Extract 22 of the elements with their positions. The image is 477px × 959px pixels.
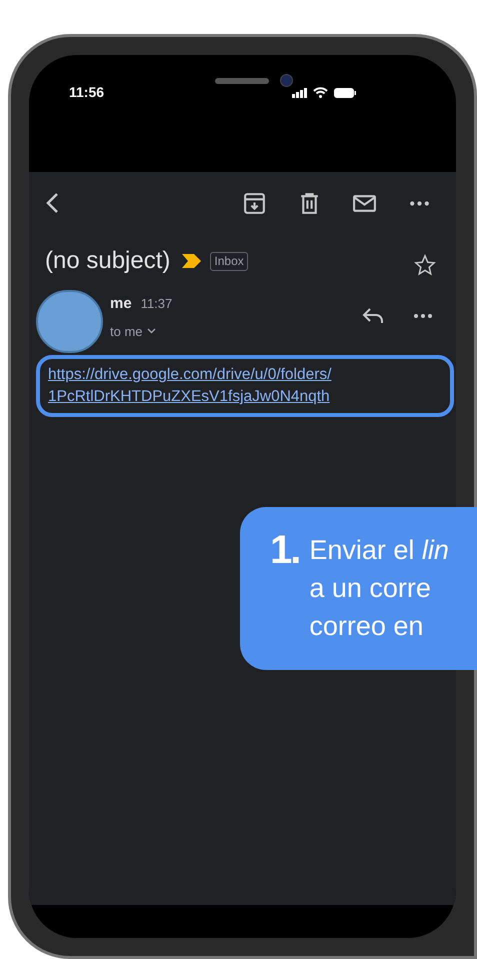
sender-name: me xyxy=(110,294,132,314)
callout-text-line: a un corre xyxy=(309,572,432,605)
battery-icon xyxy=(334,88,356,98)
recipient-dropdown[interactable]: to me xyxy=(110,322,156,341)
inbox-label[interactable]: Inbox xyxy=(210,252,248,270)
signal-icon xyxy=(292,88,307,98)
speaker-grille xyxy=(215,78,269,84)
step-number: 1. xyxy=(270,531,300,574)
message-time: 11:37 xyxy=(140,295,172,313)
back-icon[interactable] xyxy=(45,192,59,214)
status-time: 11:56 xyxy=(69,83,104,102)
drive-link[interactable]: https://drive.google.com/drive/u/0/folders/1PcRtlDrKHTDPuZXEsV1fsjaJw0N4nqth xyxy=(48,364,442,408)
callout-text-line: correo en xyxy=(309,610,424,643)
email-subject: (no subject) xyxy=(45,246,170,276)
chevron-down-icon xyxy=(146,328,156,334)
star-icon[interactable] xyxy=(414,254,436,276)
archive-icon[interactable] xyxy=(242,190,267,216)
callout-text-line: Enviar el lin xyxy=(309,534,449,567)
wifi-icon xyxy=(313,87,328,98)
more-icon[interactable] xyxy=(414,314,432,318)
camera-icon xyxy=(280,74,293,87)
reply-icon[interactable] xyxy=(362,308,384,324)
